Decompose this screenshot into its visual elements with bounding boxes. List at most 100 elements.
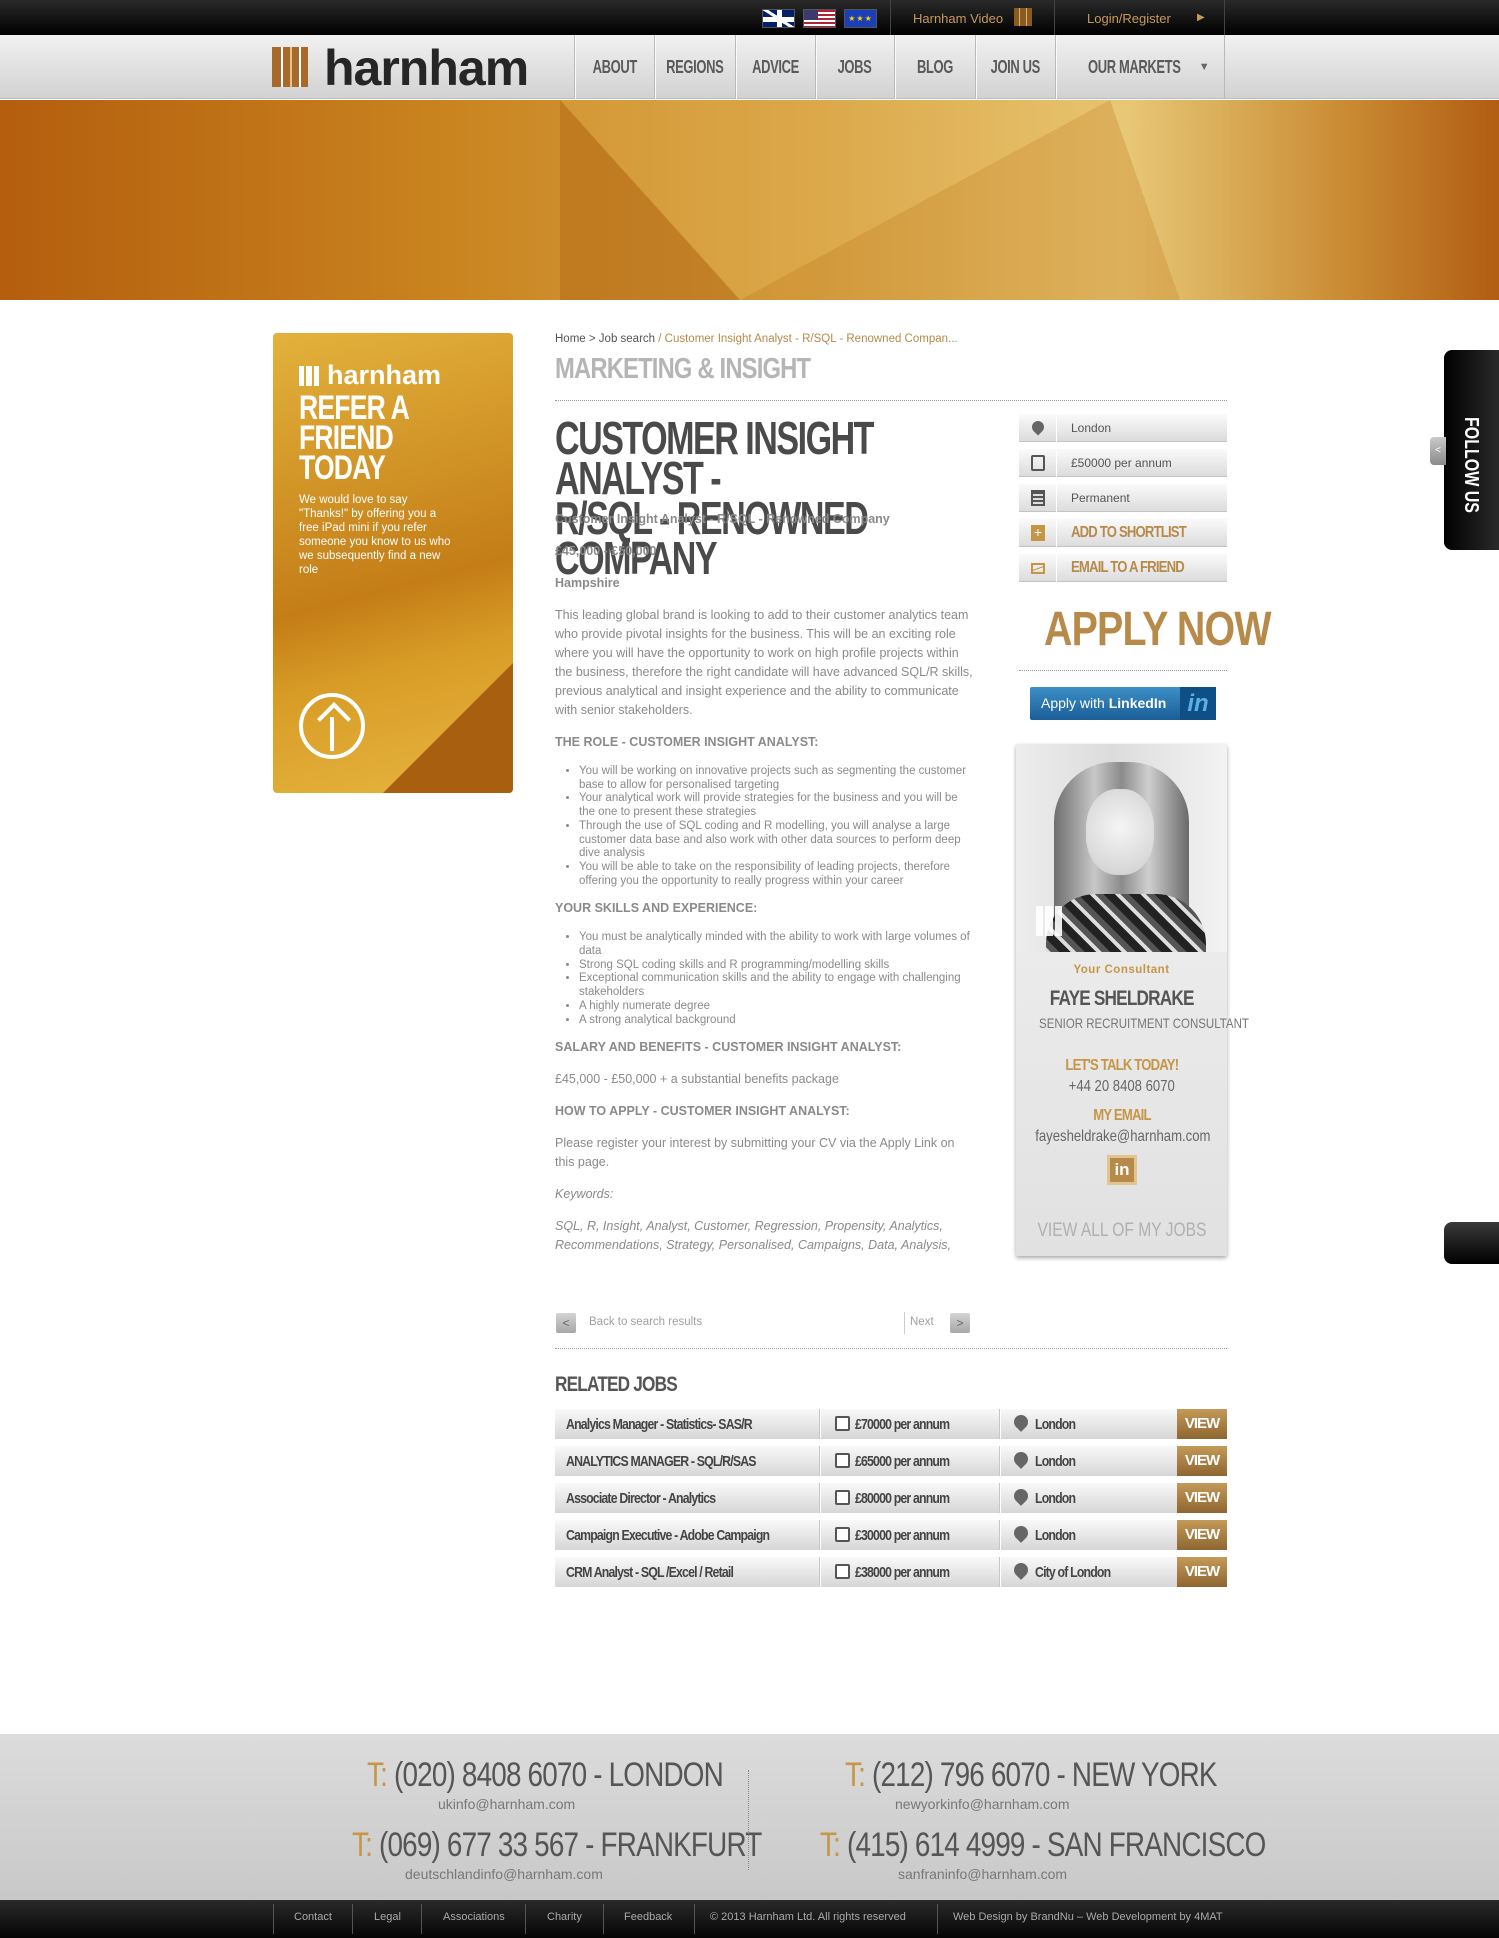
location-pin-icon (1011, 1523, 1031, 1543)
envelope-icon (1019, 554, 1057, 582)
footer-link-legal[interactable]: Legal (374, 1911, 401, 1923)
nav-advice[interactable]: ADVICE (735, 35, 815, 99)
office-phone-frankfurt[interactable]: T: (069) 677 33 567 - FRANKFURT (352, 1826, 762, 1865)
related-job-title[interactable]: Associate Director - Analytics (566, 1490, 716, 1507)
office-email-london[interactable]: ukinfo@harnham.com (438, 1796, 575, 1812)
back-to-search-link[interactable]: Back to search results (589, 1316, 702, 1328)
consultant-phone[interactable]: +44 20 8408 6070 (1016, 1078, 1227, 1096)
location-pin-icon (1011, 1449, 1031, 1469)
job-category: MARKETING & INSIGHT (555, 353, 811, 385)
follow-us-label: FOLLOW US (1460, 416, 1482, 513)
breadcrumb-home[interactable]: Home (555, 333, 586, 345)
apply-now-button[interactable]: APPLY NOW (1044, 602, 1271, 657)
breadcrumb-job-search[interactable]: Job search (599, 333, 655, 345)
related-job-row[interactable]: Analyics Manager - Statistics- SAS/R £70… (555, 1409, 1227, 1439)
consultant-phone-text: +44 20 8408 6070 (1068, 1078, 1175, 1095)
related-job-salary: £80000 per annum (855, 1490, 950, 1507)
related-job-row[interactable]: ANALYTICS MANAGER - SQL/R/SAS £65000 per… (555, 1446, 1227, 1476)
view-button[interactable]: VIEW (1177, 1520, 1227, 1550)
footer-link-contact[interactable]: Contact (294, 1911, 332, 1923)
nav-blog[interactable]: BLOG (894, 35, 975, 99)
nav-about[interactable]: ABOUT (574, 35, 654, 99)
office-email-new-york[interactable]: newyorkinfo@harnham.com (895, 1796, 1070, 1812)
email-friend-label: EMAIL TO A FRIEND (1071, 559, 1185, 576)
social-tab[interactable] (1444, 1222, 1499, 1264)
uk-flag-icon[interactable] (762, 9, 795, 28)
footer-link-feedback[interactable]: Feedback (624, 1911, 672, 1923)
office-phone-new-york[interactable]: T: (212) 796 6070 - NEW YORK (845, 1756, 1217, 1795)
chevron-left-icon[interactable]: < (1430, 437, 1446, 465)
related-job-title[interactable]: Analyics Manager - Statistics- SAS/R (566, 1416, 753, 1433)
upload-arrow-icon (299, 693, 365, 759)
related-jobs-title: RELATED JOBS (555, 1373, 678, 1396)
nav-label: REGIONS (666, 56, 724, 77)
related-job-row[interactable]: Associate Director - Analytics £80000 pe… (555, 1483, 1227, 1513)
salary-icon (835, 1490, 850, 1505)
document-icon (1019, 484, 1057, 512)
nav-label: OUR MARKETS (1088, 56, 1181, 77)
location-pin-icon (1011, 1560, 1031, 1580)
footer-link-charity[interactable]: Charity (547, 1911, 582, 1923)
next-link[interactable]: Next (910, 1316, 934, 1328)
login-register-link[interactable]: Login/Register (1087, 11, 1171, 26)
us-flag-icon[interactable] (803, 9, 836, 28)
office-email-frankfurt[interactable]: deutschlandinfo@harnham.com (405, 1866, 603, 1882)
office-phone-san-francisco[interactable]: T: (415) 614 4999 - SAN FRANCISCO (820, 1826, 1266, 1865)
job-subtitle: Customer Insight Analyst - R/SQL - Renow… (555, 512, 890, 526)
harnham-logo-icon (299, 366, 319, 386)
list-item: You will be able to take on the responsi… (579, 861, 975, 888)
related-job-title[interactable]: Campaign Executive - Adobe Campaign (566, 1527, 770, 1544)
view-all-my-jobs-link[interactable]: VIEW ALL OF MY JOBS (1016, 1220, 1227, 1242)
email-to-friend-button[interactable]: EMAIL TO A FRIEND (1019, 554, 1227, 582)
talk-label-text: LET'S TALK TODAY! (1065, 1057, 1179, 1074)
refer-text: We would love to say "Thanks!" by offeri… (299, 494, 451, 576)
add-to-shortlist-button[interactable]: + ADD TO SHORTLIST (1019, 519, 1227, 547)
consultant-name: FAYE SHELDRAKE (1016, 987, 1227, 1011)
view-button[interactable]: VIEW (1177, 1557, 1227, 1587)
view-button[interactable]: VIEW (1177, 1483, 1227, 1513)
section-heading: YOUR SKILLS AND EXPERIENCE: (555, 901, 758, 916)
related-job-row[interactable]: CRM Analyst - SQL /Excel / Retail £38000… (555, 1557, 1227, 1587)
office-email-san-francisco[interactable]: sanfraninfo@harnham.com (898, 1866, 1067, 1882)
plus-icon: + (1019, 519, 1057, 547)
related-job-row[interactable]: Campaign Executive - Adobe Campaign £300… (555, 1520, 1227, 1550)
list-item: A strong analytical background (579, 1014, 975, 1028)
next-arrow-button[interactable]: > (950, 1313, 970, 1333)
salary-icon (835, 1527, 850, 1542)
related-job-title[interactable]: ANALYTICS MANAGER - SQL/R/SAS (566, 1453, 756, 1470)
view-button[interactable]: VIEW (1177, 1409, 1227, 1439)
phone-prefix: T: (820, 1826, 841, 1864)
harnham-video-link[interactable]: Harnham Video (913, 11, 1003, 26)
chevron-down-icon: ▼ (1198, 61, 1210, 73)
nav-jobs[interactable]: JOBS (815, 35, 894, 99)
footer-link-associations[interactable]: Associations (443, 1911, 505, 1923)
divider (1000, 1446, 1001, 1476)
divider (820, 1409, 821, 1439)
credits: Web Design by BrandNu – Web Development … (953, 1911, 1223, 1923)
play-arrow-icon[interactable]: ▶ (1197, 12, 1205, 23)
info-type-text: Permanent (1071, 491, 1130, 505)
list-item: You will be working on innovative projec… (579, 765, 975, 792)
info-salary: £50000 per annum (1019, 449, 1227, 477)
divider (603, 1904, 604, 1934)
salary-icon (835, 1564, 850, 1579)
linkedin-icon[interactable]: in (1107, 1155, 1137, 1185)
consultant-email[interactable]: fayesheldrake@harnham.com (1016, 1128, 1227, 1146)
video-icon[interactable] (1014, 8, 1032, 26)
back-arrow-button[interactable]: < (556, 1313, 576, 1333)
keywords: SQL, R, Insight, Analyst, Customer, Regr… (555, 1219, 952, 1253)
apply-with-linkedin-button[interactable]: Apply with LinkedIn in (1030, 687, 1216, 720)
related-job-title[interactable]: CRM Analyst - SQL /Excel / Retail (566, 1564, 734, 1581)
related-job-location: City of London (1035, 1564, 1111, 1581)
office-phone-london[interactable]: T: (020) 8408 6070 - LONDON (367, 1756, 724, 1795)
nav-regions[interactable]: REGIONS (654, 35, 735, 99)
refer-a-friend-panel[interactable]: harnham REFER A FRIEND TODAY We would lo… (273, 333, 513, 793)
nav-our-markets[interactable]: OUR MARKETS ▼ (1055, 35, 1224, 99)
divider (1224, 0, 1225, 35)
breadcrumb-current: Customer Insight Analyst - R/SQL - Renow… (664, 333, 958, 345)
view-button[interactable]: VIEW (1177, 1446, 1227, 1476)
eu-flag-icon[interactable]: ★★★ (844, 9, 877, 28)
phone-prefix: T: (845, 1756, 866, 1794)
keywords-label: Keywords: (555, 1187, 614, 1202)
nav-join-us[interactable]: JOIN US (975, 35, 1055, 99)
